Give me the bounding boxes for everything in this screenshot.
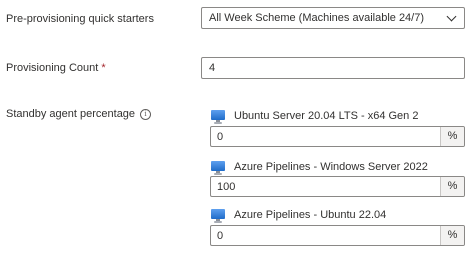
quick-starters-dropdown[interactable]: All Week Scheme (Machines available 24/7… — [201, 7, 465, 29]
agent-header-ubuntu-2004: Ubuntu Server 20.04 LTS - x64 Gen 2 — [210, 108, 418, 124]
agent-name: Ubuntu Server 20.04 LTS - x64 Gen 2 — [234, 110, 419, 122]
agent-header-windows-2022: Azure Pipelines - Windows Server 2022 — [210, 159, 428, 175]
monitor-icon — [210, 160, 226, 175]
chevron-down-icon — [446, 11, 457, 22]
standby-percentage-label-text: Standby agent percentage — [6, 108, 136, 120]
provisioning-count-value: 4 — [209, 62, 216, 74]
quick-starters-selected-value: All Week Scheme (Machines available 24/7… — [209, 12, 425, 24]
agent-percentage-input-ubuntu-2004[interactable]: 0 % — [210, 126, 465, 147]
agent-name: Azure Pipelines - Ubuntu 22.04 — [234, 209, 387, 221]
agent-name: Azure Pipelines - Windows Server 2022 — [234, 161, 428, 173]
agent-percentage-value: 0 — [217, 131, 224, 143]
quick-starters-label: Pre-provisioning quick starters — [6, 13, 154, 25]
standby-percentage-label: Standby agent percentage i — [6, 108, 152, 120]
agent-percentage-value: 100 — [217, 181, 236, 193]
percent-suffix: % — [440, 177, 464, 196]
provisioning-count-input[interactable]: 4 — [201, 57, 465, 79]
required-marker: * — [101, 62, 106, 74]
agent-percentage-input-windows-2022[interactable]: 100 % — [210, 176, 465, 197]
provisioning-count-label: Provisioning Count * — [6, 62, 106, 74]
agent-header-ubuntu-2204: Azure Pipelines - Ubuntu 22.04 — [210, 207, 386, 223]
quick-starters-label-text: Pre-provisioning quick starters — [6, 13, 154, 25]
provisioning-count-label-text: Provisioning Count — [6, 62, 99, 74]
agent-percentage-input-ubuntu-2204[interactable]: 0 % — [210, 225, 465, 246]
percent-suffix: % — [440, 127, 464, 146]
info-icon[interactable]: i — [140, 109, 152, 120]
percent-suffix: % — [440, 226, 464, 245]
monitor-icon — [210, 109, 226, 124]
monitor-icon — [210, 208, 226, 223]
agent-percentage-value: 0 — [217, 230, 224, 242]
